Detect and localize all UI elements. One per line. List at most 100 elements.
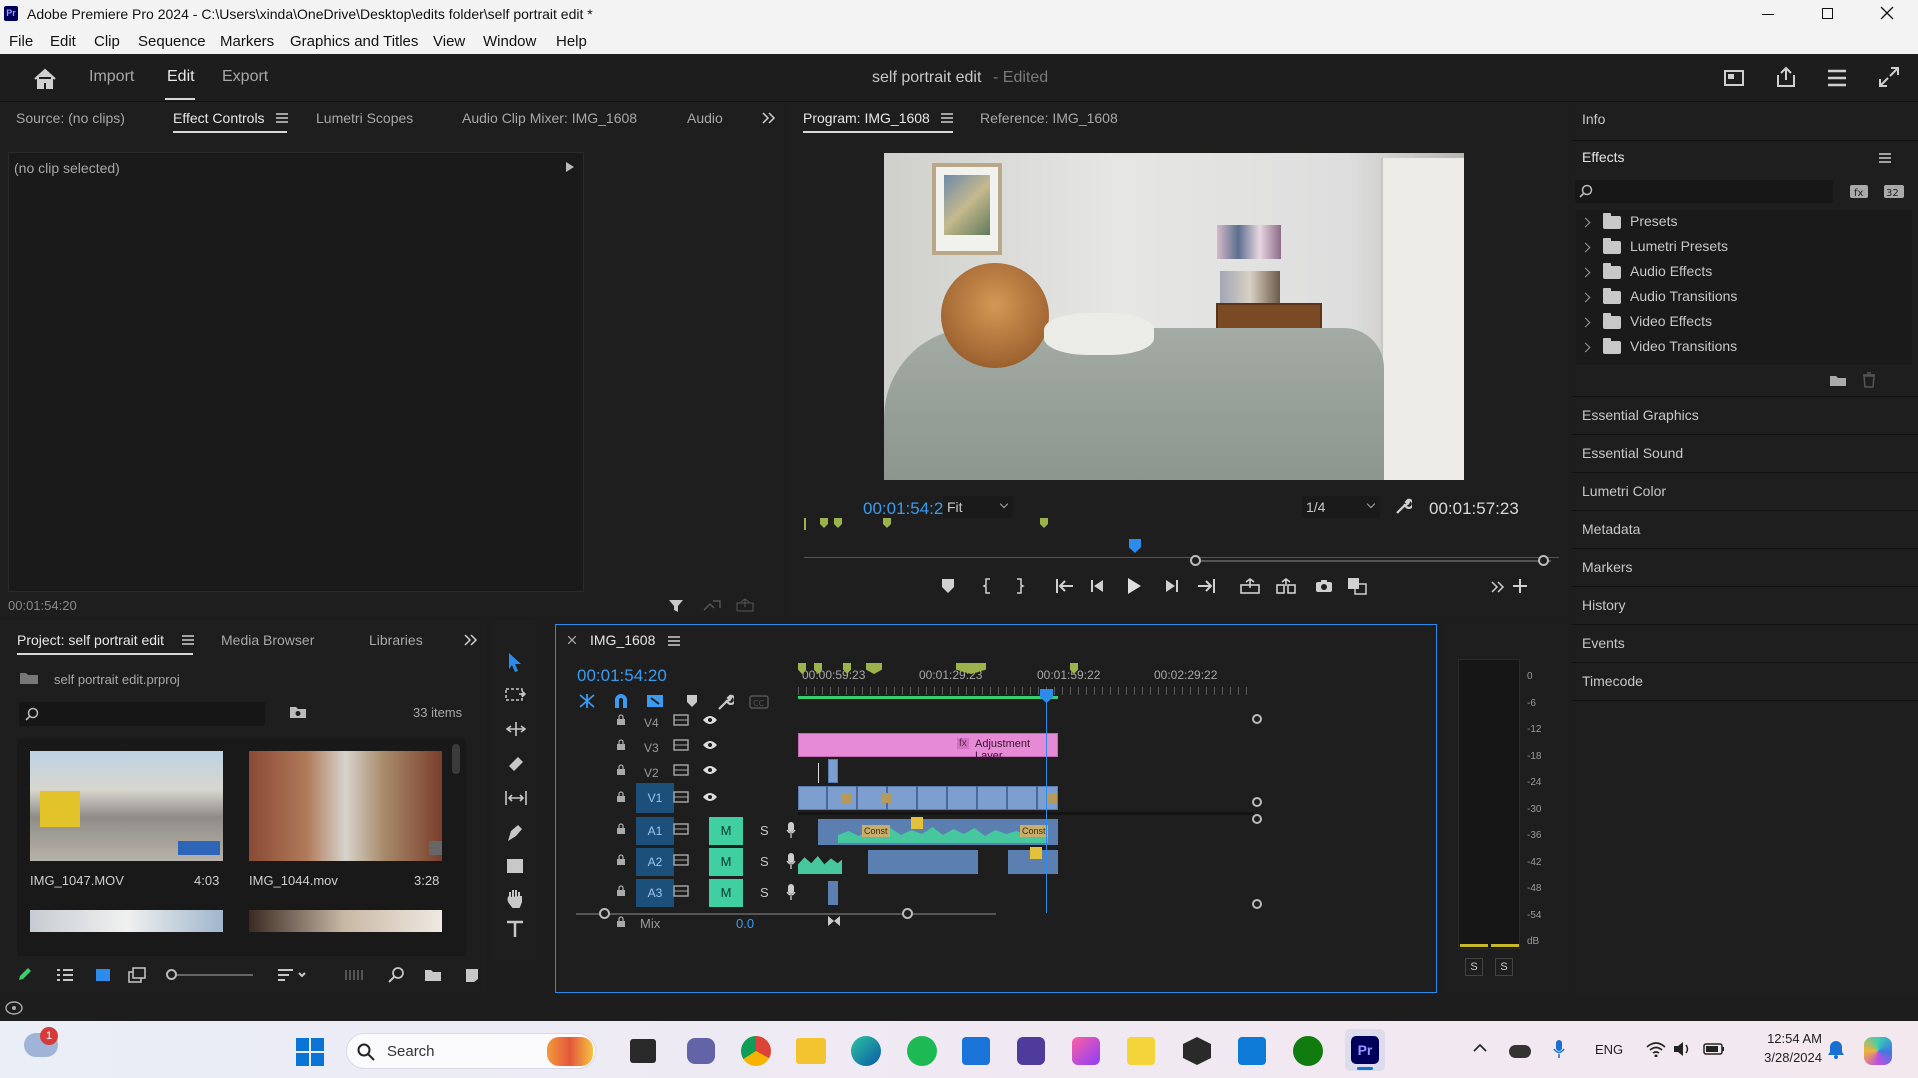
hscroll-handle-left[interactable] (599, 908, 610, 919)
tab-media-browser[interactable]: Media Browser (221, 632, 314, 648)
camera-icon[interactable] (1315, 579, 1333, 593)
lock-icon[interactable] (616, 823, 626, 835)
eye-icon[interactable] (702, 714, 718, 726)
lock-icon[interactable] (616, 854, 626, 866)
linked-selection-icon[interactable] (646, 693, 664, 709)
accelerated-effects-icon[interactable]: fx (1849, 182, 1869, 200)
menu-file[interactable]: File (9, 33, 33, 50)
onedrive-icon[interactable] (1509, 1045, 1531, 1058)
clock-time[interactable]: 12:54 AM (1752, 1031, 1822, 1046)
new-bin-icon[interactable] (1829, 373, 1847, 387)
microphone-icon[interactable] (1553, 1039, 1565, 1059)
video-clip[interactable] (828, 759, 838, 783)
workspaces-icon[interactable] (1724, 68, 1746, 88)
marker[interactable] (1040, 518, 1048, 528)
clock-date[interactable]: 3/28/2024 (1746, 1050, 1822, 1065)
premiere-taskbar-icon[interactable]: Pr (1345, 1029, 1385, 1071)
play-icon[interactable] (1126, 577, 1142, 595)
find-bin-icon[interactable] (289, 705, 307, 719)
clip-thumbnail[interactable] (30, 751, 223, 861)
panel-info[interactable]: Info (1582, 111, 1605, 127)
track-select-tool-icon[interactable] (505, 686, 527, 704)
resolution-dropdown[interactable]: 1/4 (1302, 496, 1380, 518)
panel-metadata[interactable]: Metadata (1582, 521, 1640, 537)
timeline-hscroll[interactable] (576, 913, 996, 915)
solo-button-a1[interactable]: S (760, 823, 769, 838)
video-scroll-handle[interactable] (1252, 714, 1262, 724)
razor-tool-icon[interactable] (506, 754, 526, 774)
freeform-view-icon[interactable] (128, 967, 150, 983)
marker[interactable] (834, 518, 842, 528)
lock-icon[interactable] (616, 764, 626, 776)
taskview-icon[interactable] (630, 1039, 656, 1063)
hscroll-handle-right[interactable] (902, 908, 913, 919)
menu-help[interactable]: Help (556, 33, 587, 50)
panel-essential-graphics[interactable]: Essential Graphics (1582, 407, 1699, 423)
sync-lock-icon[interactable] (673, 739, 689, 751)
panel-effects[interactable]: Effects (1582, 149, 1625, 165)
mark-in-icon[interactable] (982, 578, 992, 594)
fullscreen-icon[interactable] (1878, 66, 1900, 88)
mute-button-a1[interactable]: M (709, 817, 743, 845)
panel-markers[interactable]: Markers (1582, 559, 1633, 575)
adjustment-layer-clip[interactable]: fx Adjustment Layer (798, 733, 1058, 762)
source-patch-a1[interactable]: A1 (636, 817, 674, 845)
ripple-edit-tool-icon[interactable] (505, 721, 527, 737)
icon-view-icon[interactable] (95, 968, 111, 982)
sync-lock-icon[interactable] (673, 764, 689, 776)
maximize-button[interactable] (1822, 8, 1833, 19)
clip-thumbnail[interactable] (30, 910, 223, 932)
spotify-icon[interactable] (907, 1036, 937, 1066)
tab-edit[interactable]: Edit (167, 68, 195, 86)
chevron-up-icon[interactable] (1473, 1043, 1487, 1053)
extract-icon[interactable] (1276, 578, 1296, 594)
track-label-v2[interactable]: V2 (644, 766, 659, 780)
32bit-effects-icon[interactable]: 32 (1883, 182, 1905, 200)
effects-folder-video-transitions[interactable]: Video Transitions (1580, 337, 1737, 360)
mix-value[interactable]: 0.0 (736, 916, 754, 931)
marker[interactable] (883, 518, 891, 528)
solo-button-a3[interactable]: S (760, 885, 769, 900)
quick-export-icon[interactable] (1826, 68, 1848, 88)
menu-view[interactable]: View (433, 33, 465, 50)
menu-edit[interactable]: Edit (50, 33, 76, 50)
effects-menu-icon[interactable] (1879, 153, 1891, 163)
fit-dropdown[interactable]: Fit (943, 496, 1013, 518)
sticky-notes-icon[interactable] (1127, 1037, 1155, 1065)
chrome-icon[interactable] (741, 1036, 771, 1066)
sync-lock-icon[interactable] (673, 714, 689, 726)
app-icon[interactable] (1017, 1037, 1045, 1065)
mute-button-a3[interactable]: M (709, 879, 743, 907)
work-area-bar[interactable] (798, 696, 1058, 699)
marker[interactable] (820, 518, 828, 528)
more-tabs-icon[interactable] (464, 634, 478, 646)
type-tool-icon[interactable] (506, 920, 524, 938)
tab-libraries[interactable]: Libraries (369, 632, 423, 648)
notification-bell-icon[interactable] (1827, 1040, 1845, 1060)
wifi-icon[interactable] (1646, 1041, 1666, 1057)
menu-sequence[interactable]: Sequence (138, 33, 206, 50)
unity-icon[interactable] (1183, 1037, 1211, 1065)
sequence-tab[interactable]: IMG_1608 (590, 632, 655, 648)
sequence-menu-icon[interactable] (668, 636, 680, 646)
timeline-settings-icon[interactable] (716, 693, 734, 711)
wrench-icon[interactable] (1394, 497, 1412, 515)
minimize-button[interactable] (1762, 14, 1774, 15)
go-to-out-icon[interactable] (1196, 579, 1216, 593)
vscode-icon[interactable] (1238, 1037, 1266, 1065)
pencil-icon[interactable] (17, 966, 33, 982)
slip-tool-icon[interactable] (504, 790, 528, 806)
marker[interactable] (804, 518, 806, 530)
hand-tool-icon[interactable] (506, 888, 524, 908)
clip-thumbnail[interactable] (249, 751, 442, 861)
source-patch-a3[interactable]: A3 (636, 879, 674, 907)
track-label-v4[interactable]: V4 (644, 716, 659, 730)
effects-folder-lumetri-presets[interactable]: Lumetri Presets (1580, 237, 1728, 260)
effects-folder-video-effects[interactable]: Video Effects (1580, 312, 1712, 335)
file-explorer-icon[interactable] (796, 1038, 826, 1064)
more-tabs-icon[interactable] (762, 112, 776, 124)
comparison-view-icon[interactable] (1347, 577, 1367, 595)
lock-icon[interactable] (616, 791, 626, 803)
close-button[interactable] (1880, 6, 1894, 20)
project-menu-icon[interactable] (182, 635, 194, 645)
